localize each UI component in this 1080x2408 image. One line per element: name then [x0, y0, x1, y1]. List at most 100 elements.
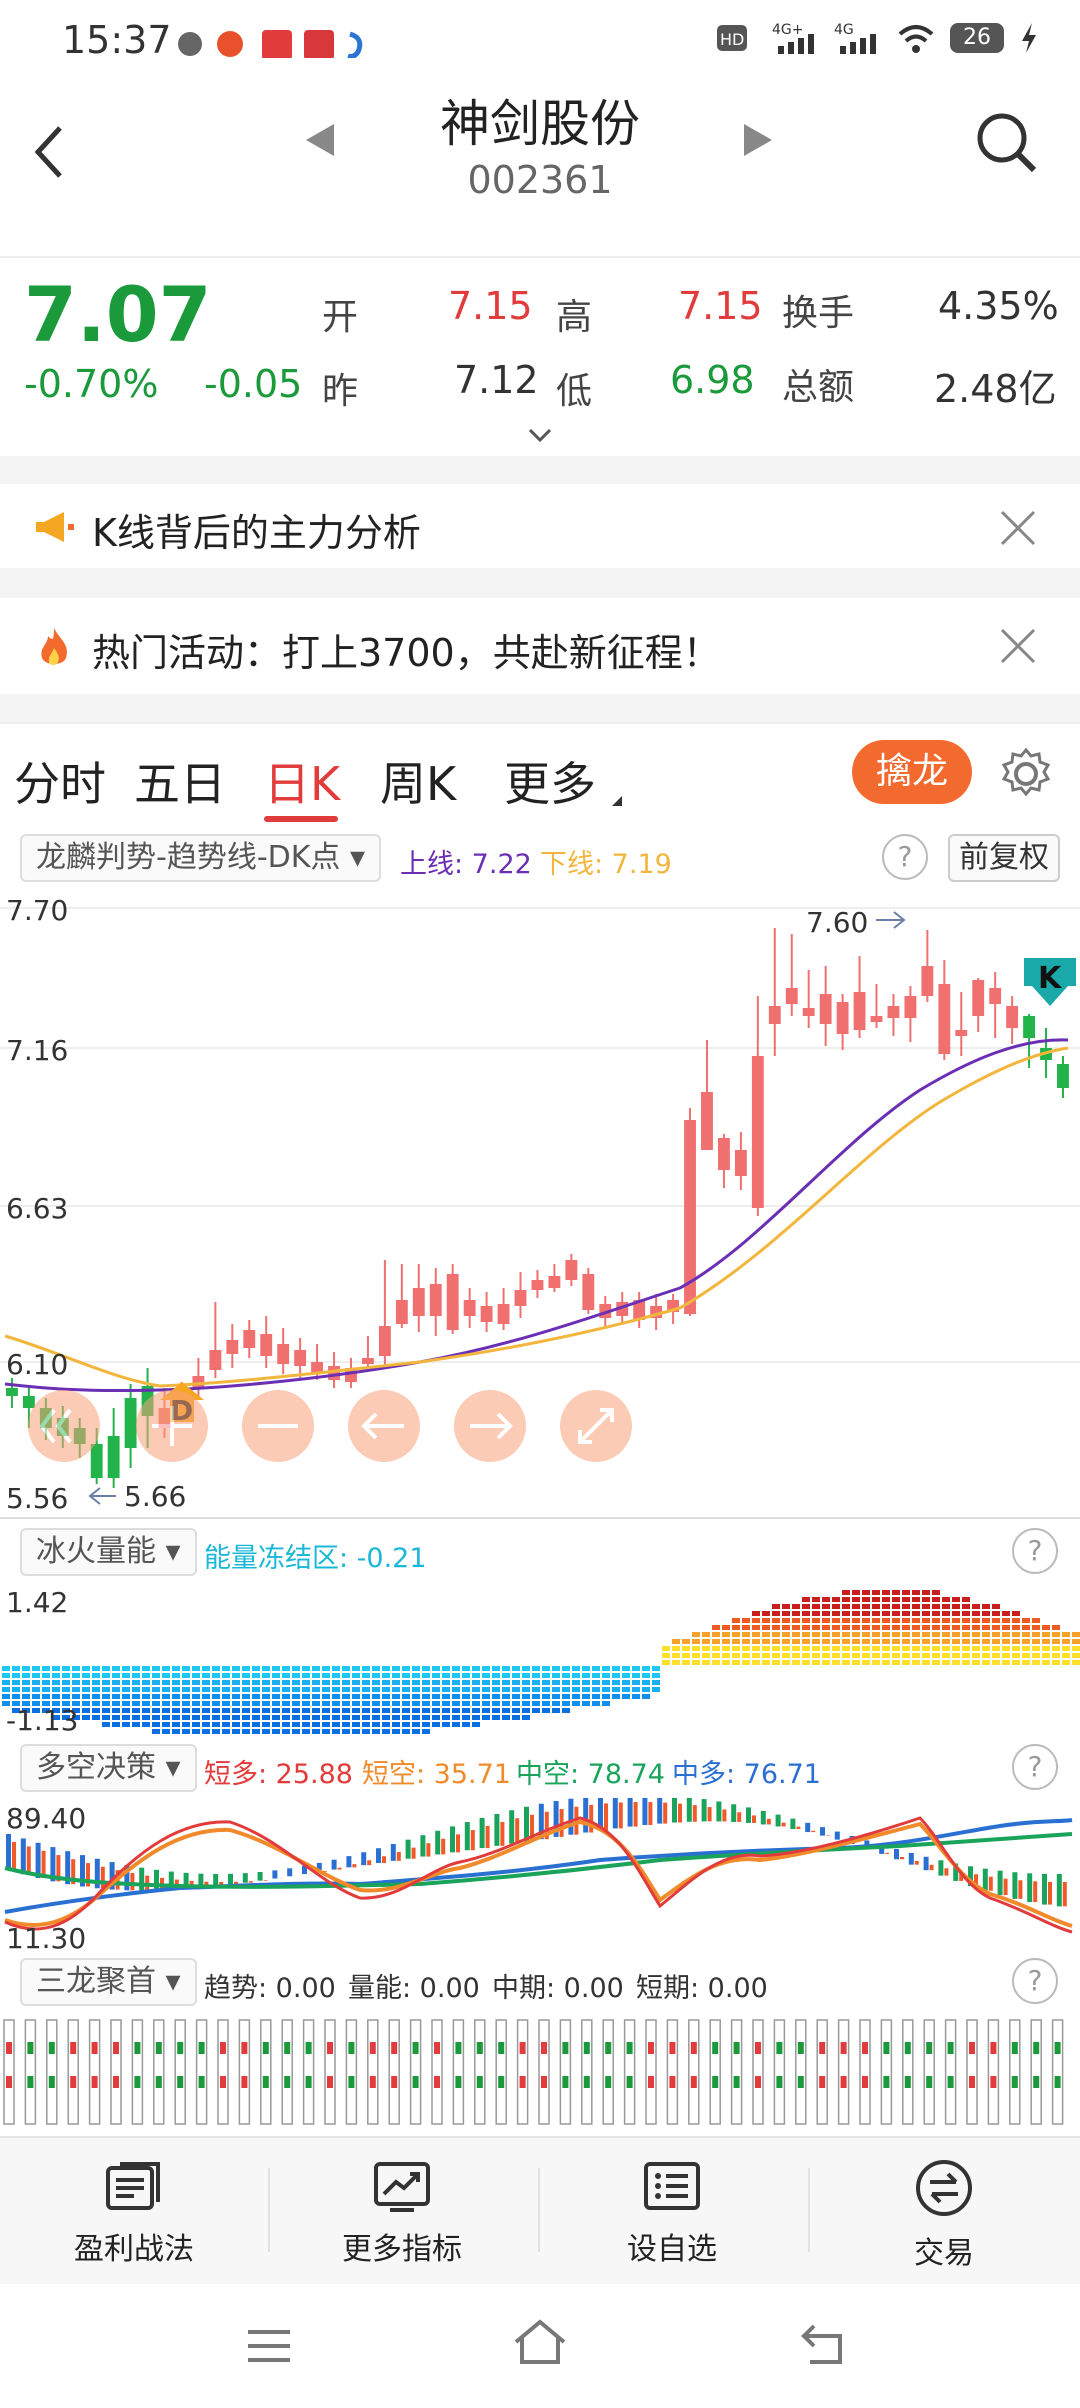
tab-daily-k[interactable]: 日K: [264, 748, 340, 814]
duokong-indicator-select[interactable]: 多空决策 ▾: [20, 1744, 197, 1792]
sanlong-box: [773, 2019, 786, 2125]
energy-ice-bar: [222, 1673, 230, 1678]
energy-ice-bar: [122, 1715, 130, 1720]
energy-ice-bar: [432, 1715, 440, 1720]
nav-trade[interactable]: 交易: [844, 2158, 1044, 2272]
duokong-bar: [272, 1870, 278, 1879]
energy-ice-bar: [162, 1694, 170, 1699]
energy-ice-bar: [242, 1687, 250, 1692]
sanlong-mark-bottom: [969, 2076, 975, 2088]
energy-fire-bar: [682, 1639, 690, 1644]
banner-text: K线背后的主力分析: [92, 511, 421, 555]
sanlong-mark-bottom: [498, 2076, 505, 2088]
search-icon[interactable]: [972, 108, 1042, 178]
energy-ice-bar: [172, 1694, 180, 1699]
energy-ice-bar: [492, 1694, 500, 1699]
tab-five-day[interactable]: 五日: [134, 748, 226, 814]
energy-fire-bar: [1052, 1660, 1060, 1665]
energy-fire-bar: [892, 1660, 900, 1665]
energy-ice-bar: [512, 1687, 520, 1692]
energy-ice-bar: [242, 1722, 250, 1727]
svg-text:4G+: 4G+: [772, 22, 804, 38]
energy-ice-bar: [352, 1680, 360, 1685]
energy-ice-bar: [572, 1680, 580, 1685]
zoom-out-button[interactable]: [28, 1390, 100, 1462]
energy-ice-bar: [362, 1687, 370, 1692]
energy-fire-bar: [702, 1653, 710, 1658]
energy-fire-bar: [1062, 1660, 1070, 1665]
energy-fire-bar: [982, 1660, 990, 1665]
sanlong-mark-bottom: [712, 2076, 719, 2088]
energy-ice-bar: [352, 1673, 360, 1678]
energy-ice-bar: [462, 1701, 470, 1706]
energy-fire-bar: [872, 1660, 880, 1665]
help-icon[interactable]: ?: [882, 834, 928, 880]
energy-ice-bar: [12, 1694, 20, 1699]
energy-ice-bar: [162, 1729, 170, 1734]
help-icon[interactable]: ?: [1012, 1958, 1058, 2004]
energy-ice-bar: [322, 1729, 330, 1734]
nav-profit-strategy[interactable]: 盈利战法: [34, 2158, 234, 2268]
energy-fire-bar: [952, 1604, 960, 1609]
energy-ice-bar: [442, 1722, 450, 1727]
energy-ice-bar: [642, 1673, 650, 1678]
qinlong-button[interactable]: 擒龙: [852, 740, 972, 804]
energy-ice-bar: [262, 1722, 270, 1727]
home-icon[interactable]: [510, 2316, 570, 2368]
banner-main-force[interactable]: K线背后的主力分析: [0, 484, 1080, 568]
energy-fire-bar: [712, 1660, 720, 1665]
sanlong-mark-top: [883, 2042, 890, 2054]
tab-weekly-k[interactable]: 周K: [380, 748, 456, 814]
sanlong-box: [281, 2019, 293, 2125]
help-icon[interactable]: ?: [1012, 1528, 1058, 1574]
energy-ice-bar: [502, 1708, 510, 1713]
fuquan-button[interactable]: 前复权: [948, 834, 1060, 882]
close-icon[interactable]: [998, 508, 1038, 548]
next-stock-icon[interactable]: [740, 120, 776, 160]
sanlong-mark-bottom: [476, 2076, 483, 2088]
energy-fire-bar: [692, 1646, 700, 1651]
duokong-bar: [1027, 1873, 1033, 1903]
energy-ice-bar: [232, 1694, 240, 1699]
energy-ice-bar: [282, 1694, 290, 1699]
energy-indicator-select[interactable]: 冰火量能 ▾: [20, 1528, 197, 1576]
sanlong-mark-top: [327, 2042, 333, 2054]
energy-fire-bar: [942, 1618, 950, 1623]
candle-body: [6, 1388, 18, 1396]
sanlong-indicator-select[interactable]: 三龙聚首 ▾: [20, 1958, 197, 2006]
nav-add-watchlist[interactable]: 设自选: [572, 2158, 772, 2268]
energy-fire-bar: [862, 1604, 870, 1609]
help-icon[interactable]: ?: [1012, 1744, 1058, 1790]
duokong-bar-short: [337, 1867, 342, 1870]
tab-more[interactable]: 更多: [504, 748, 596, 814]
menu-icon[interactable]: [244, 2324, 294, 2368]
close-icon[interactable]: [998, 626, 1038, 666]
energy-axis-top: 1.42: [6, 1586, 68, 1619]
energy-fire-bar: [822, 1653, 830, 1658]
sanlong-box: [944, 2019, 957, 2125]
energy-fire-bar: [882, 1618, 890, 1623]
banner-activity[interactable]: 热门活动：打上3700，共赴新征程！: [0, 598, 1080, 694]
energy-ice-bar: [602, 1673, 610, 1678]
energy-fire-bar: [1032, 1653, 1040, 1658]
sanlong-mark-bottom: [562, 2076, 569, 2088]
energy-fire-bar: [812, 1625, 820, 1630]
tab-intraday[interactable]: 分时: [14, 748, 106, 814]
energy-fire-bar: [842, 1611, 850, 1616]
nav-label: 盈利战法: [74, 2232, 194, 2267]
energy-ice-bar: [422, 1715, 430, 1720]
energy-ice-bar: [252, 1729, 260, 1734]
candle-body: [955, 1030, 968, 1036]
energy-ice-bar: [432, 1708, 440, 1713]
nav-more-indicators[interactable]: 更多指标: [302, 2158, 502, 2268]
kline-indicator-select[interactable]: 龙麟判势-趋势线-DK点 ▾: [20, 834, 382, 882]
kline-chart[interactable]: 7.70 7.16 6.63 6.10 5.56 7.60 5.66 D K: [0, 888, 1080, 1520]
energy-fire-bar: [902, 1660, 910, 1665]
energy-ice-bar: [212, 1708, 220, 1713]
energy-fire-bar: [832, 1625, 840, 1630]
back-nav-icon[interactable]: [796, 2318, 850, 2368]
expand-chevron-icon[interactable]: [526, 426, 554, 446]
settings-gear-icon[interactable]: [998, 746, 1054, 802]
energy-fire-bar: [922, 1632, 930, 1637]
energy-ice-bar: [202, 1701, 210, 1706]
